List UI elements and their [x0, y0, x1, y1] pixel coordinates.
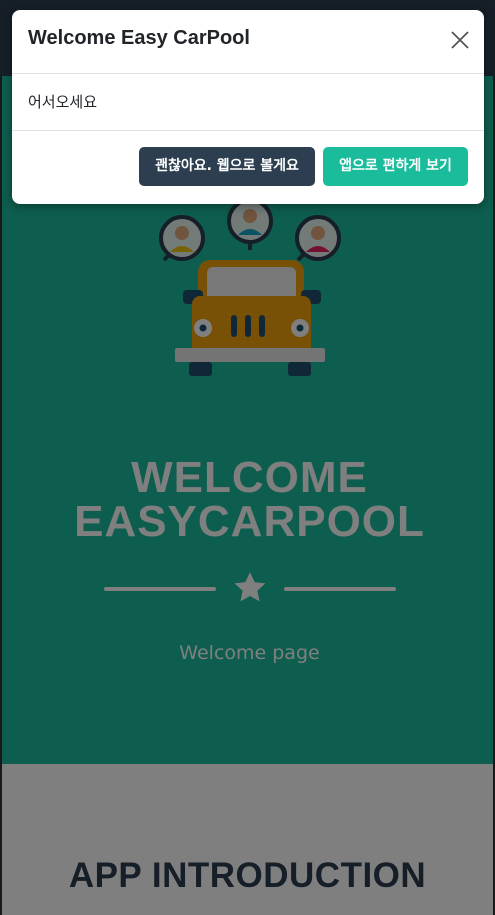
- modal-body: 어서오세요: [12, 74, 484, 131]
- modal-header: Welcome Easy CarPool: [12, 10, 484, 74]
- modal-body-text: 어서오세요: [28, 93, 98, 111]
- modal-footer: 괜찮아요. 웹으로 볼게요 앱으로 편하게 보기: [12, 131, 484, 204]
- modal-title: Welcome Easy CarPool: [28, 27, 250, 49]
- view-on-web-button[interactable]: 괜찮아요. 웹으로 볼게요: [139, 147, 315, 186]
- close-icon[interactable]: [448, 28, 472, 52]
- open-in-app-button[interactable]: 앱으로 편하게 보기: [323, 147, 468, 186]
- welcome-modal: Welcome Easy CarPool 어서오세요 괜찮아요. 웹으로 볼게요…: [12, 10, 484, 204]
